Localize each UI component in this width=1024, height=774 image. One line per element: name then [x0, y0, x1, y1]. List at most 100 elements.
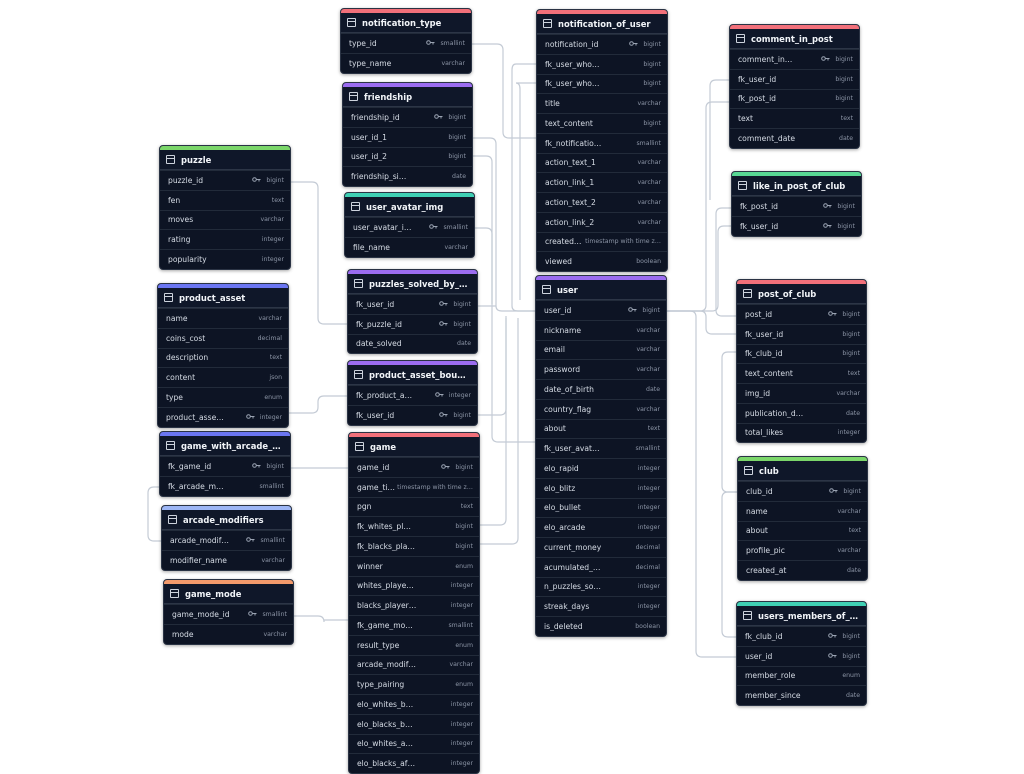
column-row[interactable]: fk_game_mo… smallint — [349, 615, 479, 635]
column-row[interactable]: elo_arcade integer — [536, 517, 666, 537]
column-row[interactable]: friendship_si… date — [343, 166, 472, 186]
column-row[interactable]: fk_user_id bigint — [348, 404, 477, 425]
column-row[interactable]: popularity integer — [160, 249, 290, 269]
table-header[interactable]: comment_in_post — [730, 29, 859, 49]
column-row[interactable]: text_content text — [737, 363, 866, 383]
table-header[interactable]: like_in_post_of_club — [732, 176, 861, 196]
table-header[interactable]: arcade_modifiers — [162, 510, 291, 530]
column-row[interactable]: title varchar — [537, 93, 667, 113]
column-row[interactable]: fk_blacks_pla… bigint — [349, 536, 479, 556]
table-user[interactable]: user user_id bigint nickname varchar email var… — [535, 275, 667, 637]
column-row[interactable]: name varchar — [738, 500, 867, 521]
column-row[interactable]: winner enum — [349, 555, 479, 576]
column-row[interactable]: elo_whites_a… integer — [349, 733, 479, 754]
column-row[interactable]: member_since date — [737, 685, 866, 705]
column-row[interactable]: content json — [158, 367, 288, 387]
table-arcade-modifiers[interactable]: arcade_modifiers arcade_modif… smallint mod… — [161, 505, 292, 571]
column-row[interactable]: member_role enum — [737, 665, 866, 686]
column-row[interactable]: fk_arcade_m… smallint — [160, 475, 290, 496]
column-row[interactable]: elo_blitz integer — [536, 477, 666, 498]
column-row[interactable]: type_name varchar — [341, 52, 471, 73]
column-row[interactable]: fk_post_id bigint — [730, 88, 859, 109]
column-row[interactable]: created_at date — [738, 560, 867, 580]
column-row[interactable]: fk_user_avat… smallint — [536, 438, 666, 458]
column-row[interactable]: fk_club_id bigint — [737, 626, 866, 646]
column-row[interactable]: game_ti… timestamp with time z… — [349, 476, 479, 497]
column-row[interactable]: user_id bigint — [536, 300, 666, 320]
column-row[interactable]: result_type enum — [349, 634, 479, 655]
column-row[interactable]: country_flag varchar — [536, 398, 666, 419]
column-row[interactable]: fk_user_id bigint — [730, 68, 859, 89]
table-header[interactable]: users_members_of_club — [737, 606, 866, 626]
column-row[interactable]: blacks_player… integer — [349, 595, 479, 615]
column-row[interactable]: total_likes integer — [737, 422, 866, 443]
table-notification-of-user[interactable]: notification_of_user notification_id bigin… — [536, 9, 668, 272]
column-row[interactable]: elo_whites_b… integer — [349, 694, 479, 714]
column-row[interactable]: fk_puzzle_id bigint — [348, 313, 477, 334]
column-row[interactable]: club_id bigint — [738, 481, 867, 501]
column-row[interactable]: friendship_id bigint — [343, 107, 472, 127]
table-puzzle[interactable]: puzzle puzzle_id bigint fen text moves varchar… — [159, 145, 291, 270]
table-like-in-post-of-club[interactable]: like_in_post_of_club fk_post_id bigint fk_u… — [731, 171, 862, 237]
column-row[interactable]: elo_rapid integer — [536, 458, 666, 478]
column-row[interactable]: email varchar — [536, 339, 666, 360]
table-header[interactable]: friendship — [343, 87, 472, 107]
column-row[interactable]: post_id bigint — [737, 304, 866, 324]
column-row[interactable]: publication_d… date — [737, 402, 866, 423]
table-friendship[interactable]: friendship friendship_id bigint user_id_1 bi… — [342, 82, 473, 187]
table-header[interactable]: puzzles_solved_by_user — [348, 274, 477, 294]
column-row[interactable]: fk_user_who… bigint — [537, 73, 667, 94]
column-row[interactable]: type_id smallint — [341, 33, 471, 53]
column-row[interactable]: password varchar — [536, 359, 666, 379]
column-row[interactable]: name varchar — [158, 308, 288, 328]
column-row[interactable]: date_solved date — [348, 333, 477, 354]
table-header[interactable]: user_avatar_img — [345, 197, 474, 217]
column-row[interactable]: profile_pic varchar — [738, 540, 867, 560]
column-row[interactable]: file_name varchar — [345, 236, 474, 257]
column-row[interactable]: user_id_1 bigint — [343, 126, 472, 147]
column-row[interactable]: fk_game_id bigint — [160, 456, 290, 476]
table-header[interactable]: puzzle — [160, 150, 290, 170]
column-row[interactable]: fk_club_id bigint — [737, 343, 866, 364]
column-row[interactable]: created… timestamp with time z… — [537, 231, 667, 252]
column-row[interactable]: viewed boolean — [537, 251, 667, 271]
column-row[interactable]: comment_in… bigint — [730, 49, 859, 69]
table-header[interactable]: post_of_club — [737, 284, 866, 304]
column-row[interactable]: notification_id bigint — [537, 34, 667, 54]
table-club[interactable]: club club_id bigint name varchar about text pro… — [737, 456, 868, 581]
column-row[interactable]: puzzle_id bigint — [160, 170, 290, 190]
column-row[interactable]: img_id varchar — [737, 383, 866, 403]
column-row[interactable]: comment_date date — [730, 128, 859, 148]
table-header[interactable]: game — [349, 437, 479, 457]
column-row[interactable]: arcade_modif… smallint — [162, 530, 291, 550]
table-game[interactable]: game game_id bigint game_ti… timestamp with … — [348, 432, 480, 774]
column-row[interactable]: coins_cost decimal — [158, 327, 288, 348]
table-header[interactable]: club — [738, 461, 867, 481]
column-row[interactable]: fk_product_a… integer — [348, 385, 477, 405]
table-puzzles-solved-by-user[interactable]: puzzles_solved_by_user fk_user_id bigint fk… — [347, 269, 478, 355]
table-header[interactable]: notification_type — [341, 13, 471, 33]
column-row[interactable]: about text — [738, 520, 867, 541]
column-row[interactable]: acumulated_… decimal — [536, 556, 666, 577]
column-row[interactable]: fk_user_who… bigint — [537, 53, 667, 74]
column-row[interactable]: about text — [536, 418, 666, 439]
table-header[interactable]: product_asset_bought_by… — [348, 365, 477, 385]
column-row[interactable]: elo_blacks_af… integer — [349, 753, 479, 773]
table-header[interactable]: product_asset — [158, 288, 288, 308]
column-row[interactable]: fk_post_id bigint — [732, 196, 861, 216]
column-row[interactable]: current_money decimal — [536, 537, 666, 557]
column-row[interactable]: user_avatar_i… smallint — [345, 217, 474, 237]
column-row[interactable]: type enum — [158, 387, 288, 407]
table-notification-type[interactable]: notification_type type_id smallint type_nam… — [340, 8, 472, 74]
column-row[interactable]: modifier_name varchar — [162, 549, 291, 570]
column-row[interactable]: text_content bigint — [537, 113, 667, 133]
table-comment-in-post[interactable]: comment_in_post comment_in… bigint fk_user_… — [729, 24, 860, 149]
column-row[interactable]: action_text_2 varchar — [537, 192, 667, 212]
column-row[interactable]: game_mode_id smallint — [164, 604, 293, 624]
table-header[interactable]: notification_of_user — [537, 14, 667, 34]
column-row[interactable]: action_link_1 varchar — [537, 172, 667, 192]
column-row[interactable]: action_link_2 varchar — [537, 211, 667, 232]
column-row[interactable]: whites_playe… integer — [349, 575, 479, 596]
column-row[interactable]: fk_user_id bigint — [732, 215, 861, 236]
column-row[interactable]: game_id bigint — [349, 457, 479, 477]
